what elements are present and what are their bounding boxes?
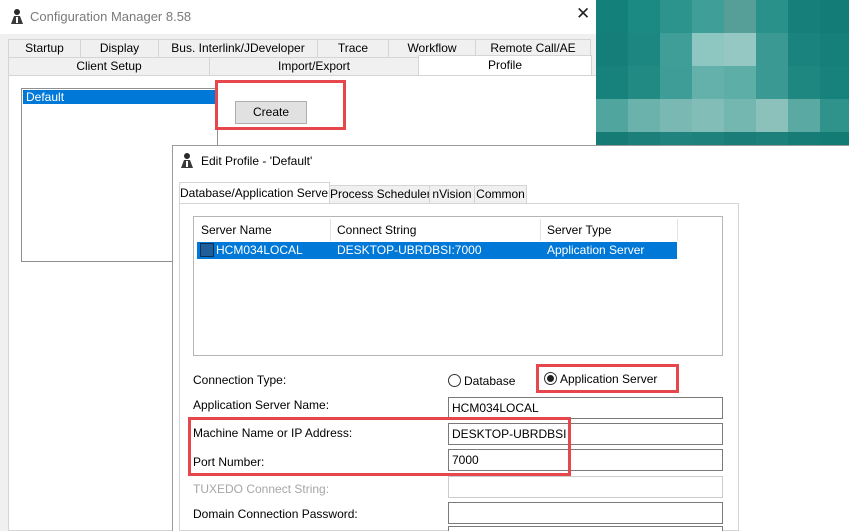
server-icon [200, 243, 214, 257]
machine-name-field[interactable]: DESKTOP-UBRDBSI [448, 423, 723, 445]
profile-list-item-default[interactable]: Default [23, 90, 216, 104]
create-button[interactable]: Create [235, 101, 307, 124]
connect-string-cell: DESKTOP-UBRDBSI:7000 [337, 243, 482, 257]
dialog-app-icon [179, 152, 195, 168]
connection-type-label: Connection Type: [193, 373, 287, 387]
tab-display[interactable]: Display [80, 39, 159, 58]
server-name-cell: HCM034LOCAL [216, 243, 303, 257]
domain-password-label: Domain Connection Password: [193, 507, 358, 521]
column-header-connect-string[interactable]: Connect String [337, 219, 416, 241]
tab-nvision[interactable]: nVision [429, 185, 475, 204]
tab-bus-interlink[interactable]: Bus. Interlink/JDeveloper [158, 39, 318, 58]
column-divider [330, 219, 331, 241]
tab-import-export[interactable]: Import/Export [209, 57, 419, 76]
tab-common[interactable]: Common [474, 185, 527, 204]
table-row[interactable]: HCM034LOCAL DESKTOP-UBRDBSI:7000 Applica… [197, 242, 677, 259]
column-header-server-name[interactable]: Server Name [201, 219, 272, 241]
radio-database[interactable] [448, 374, 461, 387]
app-server-name-label: Application Server Name: [193, 398, 330, 412]
app-icon [8, 7, 26, 25]
radio-application-server[interactable] [544, 372, 557, 385]
server-type-cell: Application Server [547, 243, 645, 257]
close-icon[interactable]: ✕ [576, 4, 590, 24]
machine-name-label: Machine Name or IP Address: [193, 426, 353, 440]
dialog-title: Edit Profile - 'Default' [201, 154, 313, 168]
column-header-server-type[interactable]: Server Type [547, 219, 611, 241]
port-number-label: Port Number: [193, 455, 265, 469]
tab-database-app-server[interactable]: Database/Application Server [179, 182, 332, 204]
next-field-partial[interactable] [448, 526, 723, 531]
column-divider [540, 219, 541, 241]
app-server-name-field[interactable]: HCM034LOCAL [448, 397, 723, 419]
tuxedo-connect-field[interactable] [448, 476, 723, 498]
tuxedo-connect-label: TUXEDO Connect String: [193, 482, 330, 496]
tab-process-scheduler[interactable]: Process Scheduler [329, 185, 431, 204]
tab-client-setup[interactable]: Client Setup [8, 57, 210, 76]
port-number-field[interactable]: 7000 [448, 449, 723, 471]
domain-password-field[interactable] [448, 502, 723, 524]
pixelated-image [596, 0, 849, 145]
tab-startup[interactable]: Startup [8, 39, 81, 58]
window-title: Configuration Manager 8.58 [30, 9, 192, 24]
column-divider [677, 219, 678, 241]
tab-profile[interactable]: Profile [418, 55, 592, 76]
server-list[interactable] [193, 216, 723, 356]
radio-database-label[interactable]: Database [464, 374, 515, 388]
main-title-bar: Configuration Manager 8.58 ✕ [0, 0, 600, 34]
tab-trace[interactable]: Trace [317, 39, 389, 58]
radio-application-server-label[interactable]: Application Server [560, 372, 657, 386]
